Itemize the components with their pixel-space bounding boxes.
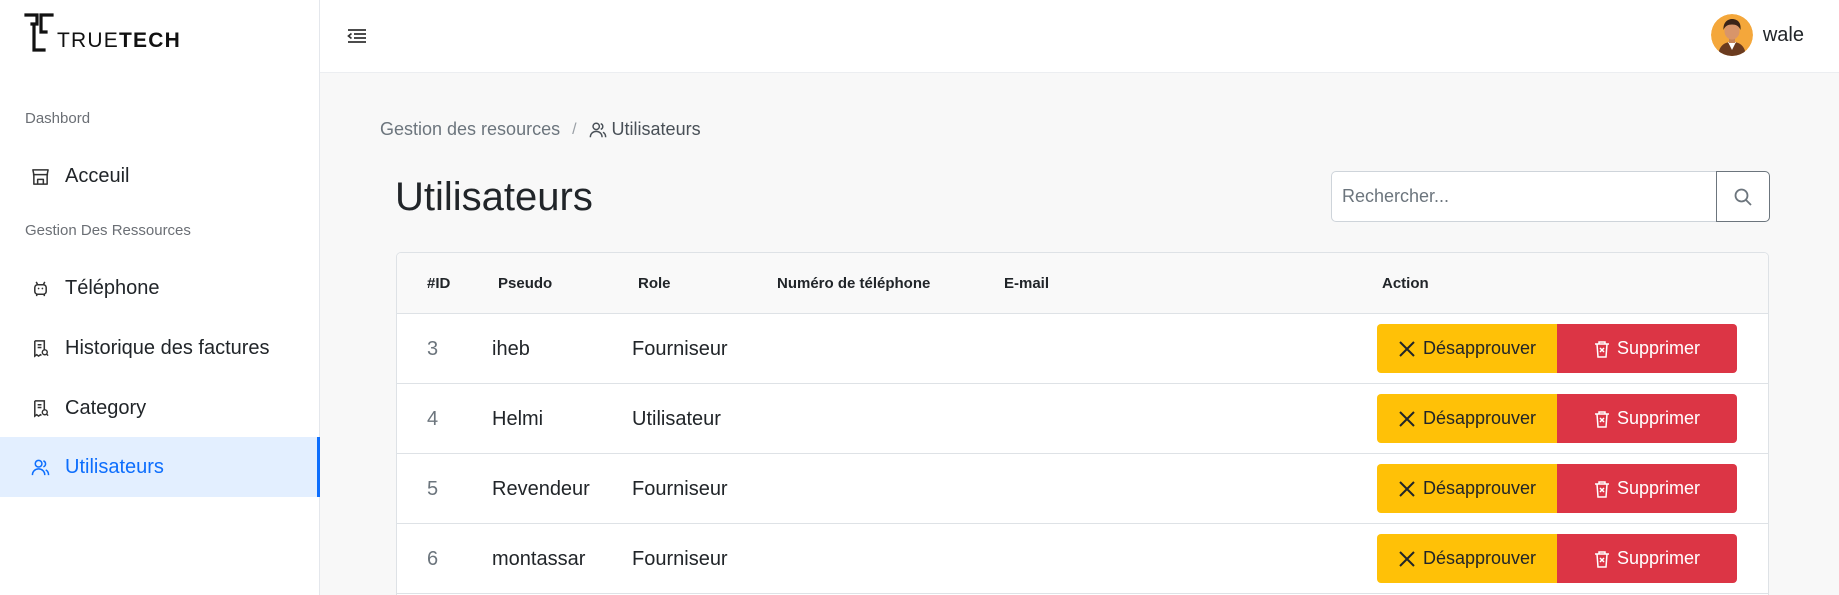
truetech-logo[interactable]: TRUETECH bbox=[24, 12, 181, 54]
cell-pseudo: montassar bbox=[492, 547, 586, 570]
search-button[interactable] bbox=[1716, 171, 1770, 222]
user-menu[interactable]: wale bbox=[1710, 14, 1804, 56]
disapprove-label: Désapprouver bbox=[1422, 478, 1537, 498]
delete-button[interactable]: Supprimer bbox=[1557, 534, 1737, 583]
section-gestion-ressources: Gestion Des Ressources bbox=[25, 222, 191, 239]
delete-button[interactable]: Supprimer bbox=[1557, 464, 1737, 513]
breadcrumb-current-label: Utilisateurs bbox=[611, 119, 701, 139]
receipt-icon bbox=[30, 338, 50, 358]
sidebar-item-label: Utilisateurs bbox=[65, 455, 164, 478]
row-actions: Désapprouver Supprimer bbox=[1377, 394, 1737, 443]
row-actions: Désapprouver Supprimer bbox=[1377, 324, 1737, 373]
receipt-icon bbox=[30, 398, 50, 418]
page-title: Utilisateurs bbox=[395, 175, 593, 219]
breadcrumb-separator: / bbox=[572, 120, 577, 138]
x-icon bbox=[1399, 480, 1415, 497]
store-icon bbox=[30, 166, 50, 186]
sidebar: TRUETECH Dashbord Acceuil Gestion Des Re… bbox=[0, 0, 320, 595]
row-actions: Désapprouver Supprimer bbox=[1377, 464, 1737, 513]
topbar: wale bbox=[320, 0, 1839, 73]
section-dashboard: Dashbord bbox=[25, 110, 91, 127]
cell-role: Fourniseur bbox=[632, 477, 728, 500]
delete-label: Supprimer bbox=[1616, 338, 1701, 358]
column-header-pseudo: Pseudo bbox=[498, 275, 553, 292]
users-icon bbox=[30, 457, 50, 477]
sidebar-item-label: Téléphone bbox=[65, 276, 160, 299]
sidebar-item-historique-factures[interactable]: Historique des factures bbox=[0, 318, 320, 378]
search-input[interactable] bbox=[1331, 171, 1716, 222]
cell-role: Fourniseur bbox=[632, 337, 728, 360]
sidebar-item-telephone[interactable]: Téléphone bbox=[0, 258, 320, 318]
sidebar-item-label: Historique des factures bbox=[65, 336, 270, 359]
search-icon bbox=[1734, 188, 1752, 206]
cell-pseudo: iheb bbox=[492, 337, 530, 360]
column-header-email: E-mail bbox=[1004, 275, 1050, 292]
sidebar-item-label: Acceuil bbox=[65, 164, 130, 187]
column-header-action: Action bbox=[1382, 275, 1429, 292]
cell-id: 5 bbox=[427, 477, 439, 500]
breadcrumb-current: Utilisateurs bbox=[589, 119, 701, 140]
trash-icon bbox=[1594, 410, 1609, 428]
delete-button[interactable]: Supprimer bbox=[1557, 394, 1737, 443]
disapprove-button[interactable]: Désapprouver bbox=[1377, 394, 1557, 443]
cell-pseudo: Helmi bbox=[492, 407, 544, 430]
username: wale bbox=[1762, 23, 1804, 46]
delete-label: Supprimer bbox=[1616, 408, 1701, 428]
column-header-phone: Numéro de téléphone bbox=[777, 275, 931, 292]
avatar bbox=[1710, 14, 1753, 56]
row-actions: Désapprouver Supprimer bbox=[1377, 534, 1737, 583]
delete-label: Supprimer bbox=[1616, 478, 1701, 498]
trash-icon bbox=[1594, 550, 1609, 568]
sidebar-item-category[interactable]: Category bbox=[0, 378, 320, 438]
column-header-role: Role bbox=[638, 275, 671, 292]
users-table: #ID Pseudo Role Numéro de téléphone E-ma… bbox=[396, 252, 1769, 595]
trash-icon bbox=[1594, 340, 1609, 358]
cell-id: 4 bbox=[427, 407, 439, 430]
x-icon bbox=[1399, 410, 1415, 427]
android-icon bbox=[30, 278, 50, 298]
sidebar-item-utilisateurs[interactable]: Utilisateurs bbox=[0, 437, 320, 497]
table-header: #ID Pseudo Role Numéro de téléphone E-ma… bbox=[397, 253, 1768, 314]
cell-id: 6 bbox=[427, 547, 439, 570]
table-row: 5 Revendeur Fourniseur Désapprouver Supp… bbox=[397, 454, 1768, 524]
trash-icon bbox=[1594, 480, 1609, 498]
sidebar-item-label: Category bbox=[65, 396, 147, 419]
delete-label: Supprimer bbox=[1616, 548, 1701, 568]
disapprove-label: Désapprouver bbox=[1422, 338, 1537, 358]
cell-pseudo: Revendeur bbox=[492, 477, 590, 500]
cell-role: Fourniseur bbox=[632, 547, 728, 570]
search-group bbox=[1331, 171, 1770, 222]
truetech-logo-mark bbox=[24, 13, 54, 52]
table-row: 6 montassar Fourniseur Désapprouver Supp… bbox=[397, 524, 1768, 594]
column-header-id: #ID bbox=[427, 275, 451, 292]
disapprove-button[interactable]: Désapprouver bbox=[1377, 324, 1557, 373]
x-icon bbox=[1399, 550, 1415, 567]
disapprove-label: Désapprouver bbox=[1422, 548, 1537, 568]
x-icon bbox=[1399, 340, 1415, 357]
table-row: 4 Helmi Utilisateur Désapprouver Supprim… bbox=[397, 384, 1768, 454]
users-icon bbox=[589, 122, 606, 137]
disapprove-button[interactable]: Désapprouver bbox=[1377, 534, 1557, 583]
disapprove-button[interactable]: Désapprouver bbox=[1377, 464, 1557, 513]
logo-text: TRUETECH bbox=[57, 29, 181, 52]
delete-button[interactable]: Supprimer bbox=[1557, 324, 1737, 373]
breadcrumb: Gestion des resources / Utilisateurs bbox=[380, 119, 701, 140]
cell-role: Utilisateur bbox=[632, 407, 721, 430]
sidebar-item-acceuil[interactable]: Acceuil bbox=[0, 146, 320, 206]
menu-toggle-icon[interactable] bbox=[347, 28, 367, 49]
table-row: 3 iheb Fourniseur Désapprouver Supprimer bbox=[397, 314, 1768, 384]
breadcrumb-parent[interactable]: Gestion des resources bbox=[380, 119, 560, 140]
cell-id: 3 bbox=[427, 337, 439, 360]
disapprove-label: Désapprouver bbox=[1422, 408, 1537, 428]
